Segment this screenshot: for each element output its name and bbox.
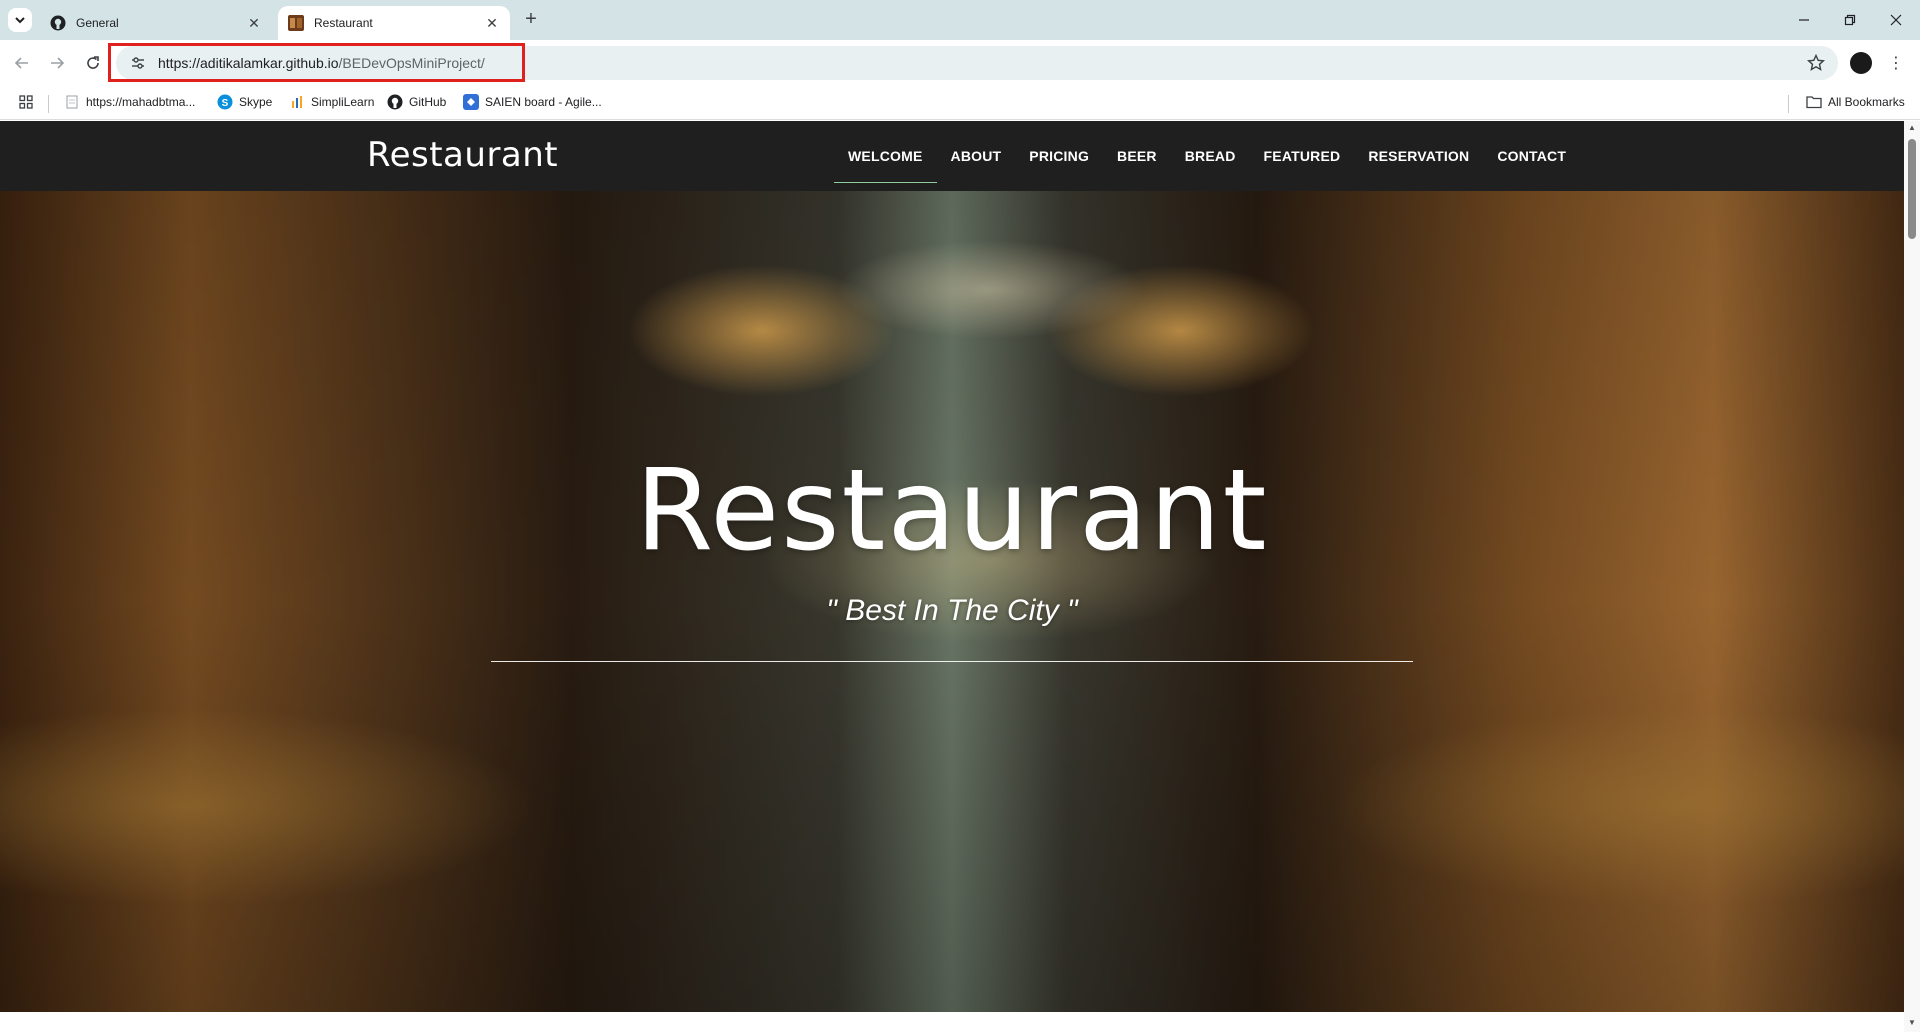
menu-kebab-icon[interactable]: ⋮ (1888, 52, 1904, 74)
nav-beer[interactable]: BEER (1103, 121, 1171, 191)
site-navbar: Restaurant WELCOME ABOUT PRICING BEER BR… (0, 121, 1904, 191)
bookmark-github[interactable]: GitHub (387, 94, 446, 110)
skype-icon: S (217, 94, 233, 110)
reload-button[interactable] (80, 50, 106, 76)
hero-divider (491, 661, 1413, 662)
back-button[interactable] (9, 50, 35, 76)
bookmark-skype[interactable]: S Skype (217, 94, 272, 110)
page-scrollbar[interactable]: ▲ ▼ (1904, 121, 1920, 1032)
tab-strip: General ✕ Restaurant ✕ + (0, 0, 1920, 40)
bookmark-star-icon[interactable] (1806, 53, 1826, 73)
minimize-button[interactable] (1786, 6, 1822, 34)
tab-restaurant[interactable]: Restaurant ✕ (278, 6, 510, 40)
site-brand-logo[interactable]: Restaurant (367, 135, 558, 175)
apps-grid-button[interactable] (18, 94, 40, 110)
tab-search-button[interactable] (8, 8, 32, 32)
bookmark-separator (1788, 95, 1789, 113)
back-arrow-icon (14, 57, 28, 69)
bookmark-label: SimpliLearn (311, 95, 375, 109)
nav-featured[interactable]: FEATURED (1250, 121, 1355, 191)
page-icon (64, 94, 80, 110)
jira-icon (463, 94, 479, 110)
restore-icon (1844, 14, 1856, 26)
reload-icon (87, 56, 99, 69)
tab-general[interactable]: General ✕ (40, 6, 272, 40)
restaurant-favicon (288, 15, 304, 31)
bookmark-label: Skype (239, 95, 273, 109)
simplilearn-icon (289, 94, 305, 110)
minimize-icon (1799, 19, 1809, 21)
forward-arrow-icon (51, 57, 65, 69)
all-bookmarks-label: All Bookmarks (1828, 95, 1905, 109)
nav-pricing[interactable]: PRICING (1015, 121, 1103, 191)
nav-contact[interactable]: CONTACT (1483, 121, 1580, 191)
nav-reservation[interactable]: RESERVATION (1354, 121, 1483, 191)
forward-button[interactable] (44, 50, 70, 76)
bookmarks-bar: https://mahadbtma... S Skype SimpliLearn… (0, 86, 1920, 120)
chevron-down-icon (15, 17, 25, 24)
web-page: Restaurant WELCOME ABOUT PRICING BEER BR… (0, 121, 1904, 1012)
new-tab-button[interactable]: + (520, 9, 542, 31)
folder-icon (1806, 94, 1822, 110)
hero-title: Restaurant (635, 446, 1269, 576)
all-bookmarks-button[interactable]: All Bookmarks (1806, 94, 1905, 110)
tab-title: Restaurant (314, 16, 373, 30)
restore-button[interactable] (1832, 6, 1868, 34)
github-icon (387, 94, 403, 110)
profile-avatar[interactable] (1850, 52, 1872, 74)
apps-grid-icon (18, 94, 34, 110)
close-tab-icon[interactable]: ✕ (246, 15, 262, 31)
bookmark-mahadbt[interactable]: https://mahadbtma... (64, 94, 195, 110)
github-icon (50, 15, 66, 31)
bookmark-label: SAIEN board - Agile... (485, 95, 602, 109)
nav-about[interactable]: ABOUT (937, 121, 1016, 191)
tab-title: General (76, 16, 119, 30)
scrollbar-thumb[interactable] (1908, 139, 1916, 239)
bookmark-simplilearn[interactable]: SimpliLearn (289, 94, 374, 110)
site-menu: WELCOME ABOUT PRICING BEER BREAD FEATURE… (834, 121, 1580, 191)
close-tab-icon[interactable]: ✕ (484, 15, 500, 31)
svg-text:S: S (222, 98, 229, 109)
scroll-up-arrow-icon[interactable]: ▲ (1904, 123, 1920, 135)
hero-subtitle: " Best In The City " (826, 594, 1078, 627)
nav-bread[interactable]: BREAD (1171, 121, 1250, 191)
url-highlight-box (108, 43, 525, 82)
nav-welcome[interactable]: WELCOME (834, 121, 937, 191)
close-window-button[interactable] (1878, 6, 1914, 34)
bookmark-saien-board[interactable]: SAIEN board - Agile... (463, 94, 602, 110)
bookmark-label: GitHub (409, 95, 447, 109)
close-icon (1890, 14, 1902, 26)
hero-section: Restaurant " Best In The City " (0, 191, 1904, 1012)
bookmark-label: https://mahadbtma... (86, 95, 196, 109)
scroll-down-arrow-icon[interactable]: ▼ (1904, 1018, 1920, 1030)
bookmark-separator (48, 95, 49, 113)
